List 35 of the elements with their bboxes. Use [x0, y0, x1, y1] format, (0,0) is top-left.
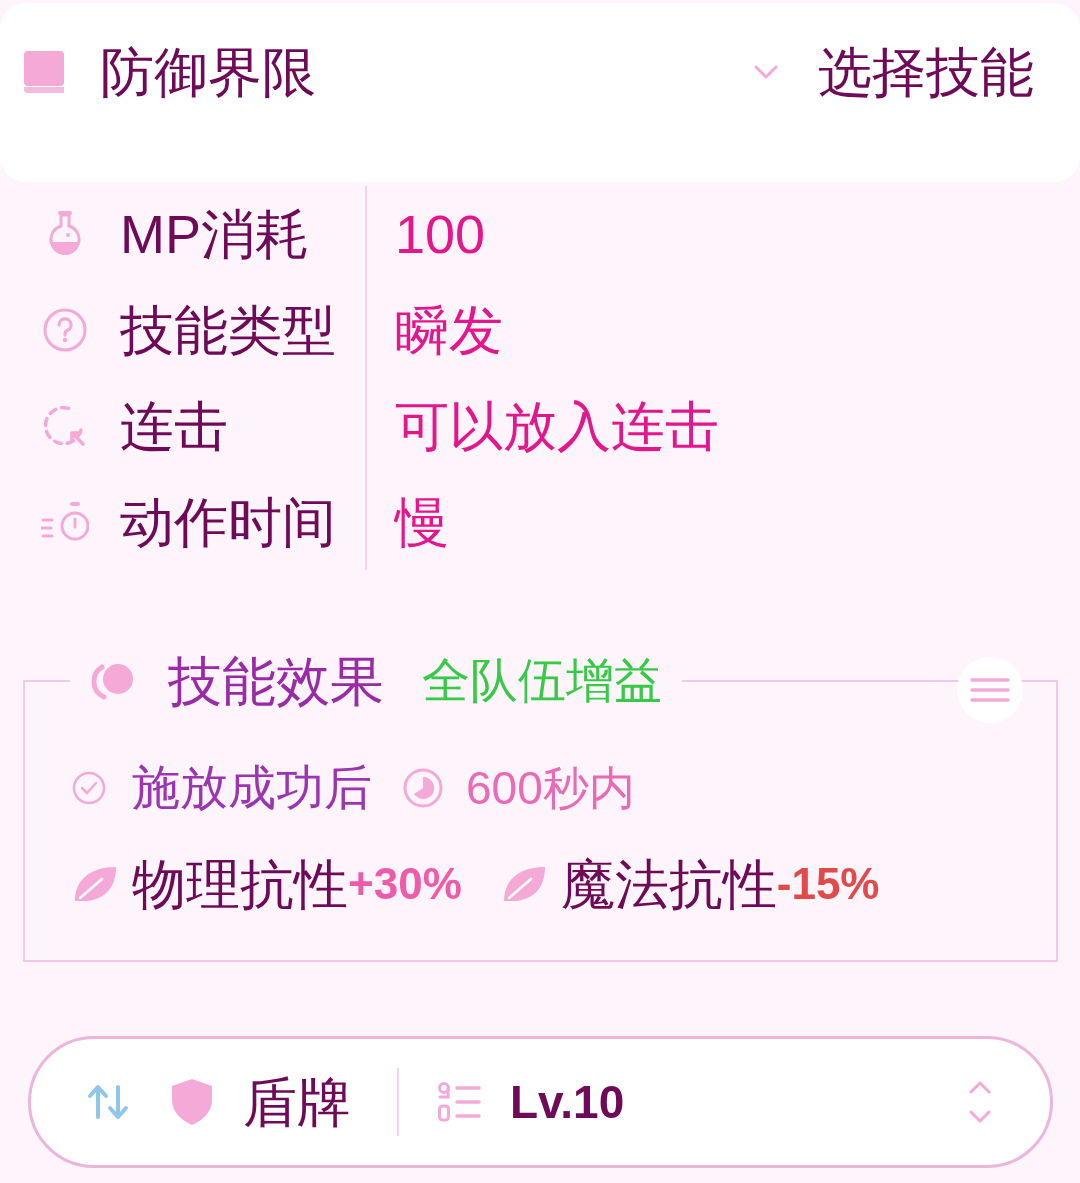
chevron-down-icon [754, 65, 778, 79]
swap-arrows-icon[interactable] [87, 1084, 129, 1120]
shield-icon [171, 1078, 213, 1126]
bubble-icon [90, 661, 136, 701]
menu-icon [970, 677, 1010, 703]
resistance-label: 物理抗性 [132, 857, 348, 911]
resistance-change: +30% [348, 862, 462, 906]
flask-icon [48, 211, 82, 257]
condition-text: 施放成功后 [132, 764, 372, 812]
check-circle-icon [72, 771, 106, 805]
stat-value: 100 [395, 207, 486, 261]
skill-title: 防御界限 [100, 45, 316, 99]
book-icon [24, 51, 64, 93]
skill-selector[interactable]: 选择技能 [754, 45, 1034, 99]
resistance-change: -15% [776, 862, 880, 906]
stat-label: 连击 [120, 399, 228, 453]
resistance-label: 魔法抗性 [560, 857, 777, 911]
help-icon [43, 308, 87, 352]
level-label: Lv.10 [510, 1079, 625, 1125]
duration-text: 600秒内 [466, 765, 635, 811]
effect-scope-label: 全队伍增益 [422, 657, 662, 705]
effect-title: 技能效果 [168, 654, 384, 708]
unfold-icon[interactable] [968, 1079, 992, 1125]
dashed-circle-arrow-icon [43, 404, 87, 448]
stat-value: 瞬发 [395, 303, 503, 357]
numbered-list-icon [437, 1082, 481, 1122]
stat-label: 技能类型 [120, 303, 336, 357]
stat-value: 慢 [395, 495, 449, 549]
stat-value: 可以放入连击 [395, 399, 719, 453]
stat-label: 动作时间 [120, 495, 336, 549]
stopwatch-icon [41, 502, 89, 542]
pie-clock-icon [403, 768, 443, 808]
equipment-label: 盾牌 [243, 1075, 351, 1129]
stat-label: MP消耗 [120, 207, 309, 261]
leaf-icon [72, 864, 118, 904]
